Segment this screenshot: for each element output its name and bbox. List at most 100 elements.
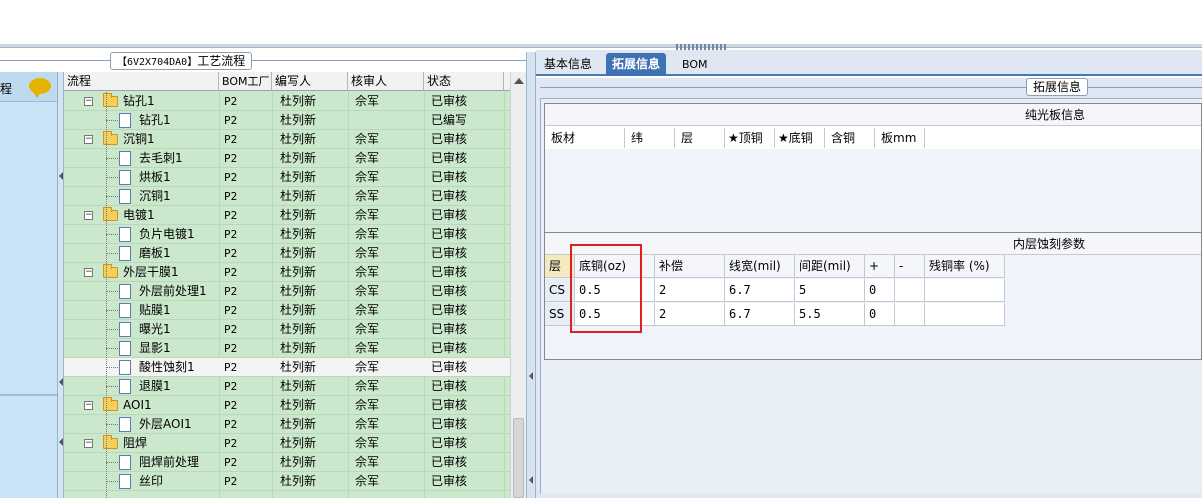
etch-cell[interactable]: 6.7 xyxy=(725,279,795,302)
table-row[interactable]: 酸性蚀刻1 P2 杜列新 佘军 已审核 xyxy=(64,358,510,377)
cell-writer: 杜列新 xyxy=(280,265,317,279)
scroll-up-icon[interactable] xyxy=(514,78,524,84)
table-row[interactable]: 贴膜1 P2 杜列新 佘军 已审核 xyxy=(64,301,510,320)
cell-status: 已审核 xyxy=(431,360,468,374)
table-row[interactable]: − 外层干膜1 P2 杜列新 佘军 已审核 xyxy=(64,263,510,282)
col-weft[interactable]: 纬 xyxy=(625,128,675,148)
cell-reviewer: 佘军 xyxy=(355,474,380,488)
col-plus[interactable]: + xyxy=(865,255,895,278)
col-copper-content[interactable]: 含铜 xyxy=(825,128,875,148)
cell-status: 已审核 xyxy=(431,170,468,184)
col-residual-copper[interactable]: 残铜率 (%) xyxy=(925,255,1005,278)
cell-writer: 杜列新 xyxy=(280,94,317,108)
cell-writer: 杜列新 xyxy=(280,417,317,431)
collapse-toggle-icon[interactable]: − xyxy=(84,439,93,448)
cell-bom: P2 xyxy=(224,456,238,469)
grid-scrollbar[interactable] xyxy=(510,72,526,498)
cell-bom: P2 xyxy=(224,437,238,450)
collapse-toggle-icon[interactable]: − xyxy=(84,97,93,106)
table-row[interactable]: 曝光1 P2 杜列新 佘军 已审核 xyxy=(64,320,510,339)
collapse-toggle-icon[interactable]: − xyxy=(84,135,93,144)
etch-cell[interactable] xyxy=(925,303,1005,326)
collapse-toggle-icon[interactable]: − xyxy=(84,268,93,277)
etch-cell[interactable]: 2 xyxy=(655,279,725,302)
col-compensation[interactable]: 补偿 xyxy=(655,255,725,278)
table-row[interactable]: − 电镀1 P2 杜列新 佘军 已审核 xyxy=(64,206,510,225)
table-row[interactable]: 显影1 P2 杜列新 佘军 已审核 xyxy=(64,339,510,358)
center-splitter[interactable] xyxy=(526,52,536,498)
table-row[interactable]: 烘板1 P2 杜列新 佘军 已审核 xyxy=(64,168,510,187)
col-header-status[interactable]: 状态 xyxy=(424,72,504,91)
cell-writer: 杜列新 xyxy=(280,208,317,222)
col-line-width[interactable]: 线宽(mil) xyxy=(725,255,795,278)
table-row[interactable]: 沉铜1 P2 杜列新 佘军 已审核 xyxy=(64,187,510,206)
etch-cell[interactable]: 0 xyxy=(865,279,895,302)
etch-cell[interactable]: 6.7 xyxy=(725,303,795,326)
etch-cell[interactable] xyxy=(925,279,1005,302)
cell-status: 已审核 xyxy=(431,322,468,336)
col-minus[interactable]: - xyxy=(895,255,925,278)
table-row[interactable]: − 沉铜1 P2 杜列新 佘军 已审核 xyxy=(64,130,510,149)
table-row[interactable]: − 钻孔1 P2 杜列新 佘军 已审核 xyxy=(64,92,510,111)
collapse-left-icon[interactable] xyxy=(59,438,63,446)
tree-connector xyxy=(106,348,118,349)
tab-basic-info[interactable]: 基本信息 xyxy=(538,53,598,76)
col-header-writer[interactable]: 编写人 xyxy=(272,72,348,91)
col-bottom-copper[interactable]: ★底铜 xyxy=(775,128,825,148)
cell-process-name: AOI1 xyxy=(123,398,152,412)
col-board-material[interactable]: 板材 xyxy=(545,128,625,148)
col-top-copper[interactable]: ★顶铜 xyxy=(725,128,775,148)
top-divider xyxy=(0,44,1202,48)
etch-cell[interactable]: 5.5 xyxy=(795,303,865,326)
etch-cell[interactable] xyxy=(895,279,925,302)
cell-bom: P2 xyxy=(224,475,238,488)
table-row[interactable]: 负片电镀1 P2 杜列新 佘军 已审核 xyxy=(64,225,510,244)
etch-cell[interactable]: 2 xyxy=(655,303,725,326)
process-grid[interactable]: 流程 BOM工厂 编写人 核审人 状态 − 钻孔1 P2 杜列新 佘军 已审核 钻孔1 P2 杜… xyxy=(64,72,510,498)
scroll-thumb[interactable] xyxy=(513,418,524,498)
chat-bubble-icon[interactable] xyxy=(29,78,51,98)
col-layer[interactable]: 层 xyxy=(675,128,725,148)
table-row[interactable]: 退膜1 P2 杜列新 佘军 已审核 xyxy=(64,377,510,396)
cell-process-name: 电镀1 xyxy=(123,208,155,222)
etch-cell[interactable]: 5 xyxy=(795,279,865,302)
col-board-thickness[interactable]: 板mm xyxy=(875,128,925,148)
etch-header: 内层蚀刻参数 xyxy=(545,233,1201,255)
col-spacing[interactable]: 间距(mil) xyxy=(795,255,865,278)
table-row[interactable]: 钻孔1 P2 杜列新 已编写 xyxy=(64,111,510,130)
cell-process-name: 曝光1 xyxy=(139,322,171,336)
col-header-process[interactable]: 流程 xyxy=(64,72,219,91)
cell-bom: P2 xyxy=(224,399,238,412)
tab-bom[interactable]: BOM xyxy=(676,53,714,76)
table-row[interactable]: 阻焊前处理 P2 杜列新 佘军 已审核 xyxy=(64,453,510,472)
tab-extended-info[interactable]: 拓展信息 xyxy=(606,53,667,76)
document-icon xyxy=(119,170,131,185)
table-row[interactable]: 外层前处理1 P2 杜列新 佘军 已审核 xyxy=(64,282,510,301)
col-header-reviewer[interactable]: 核审人 xyxy=(348,72,424,91)
collapse-toggle-icon[interactable]: − xyxy=(84,401,93,410)
collapse-toggle-icon[interactable]: − xyxy=(84,211,93,220)
cell-process-name: 钻孔1 xyxy=(139,113,171,127)
table-row[interactable]: 去毛刺1 P2 杜列新 佘军 已审核 xyxy=(64,149,510,168)
cell-status: 已审核 xyxy=(431,132,468,146)
cell-status: 已审核 xyxy=(431,151,468,165)
table-row[interactable]: − AOI1 P2 杜列新 佘军 已审核 xyxy=(64,396,510,415)
cell-status: 已审核 xyxy=(431,417,468,431)
table-row[interactable]: 丝印 P2 杜列新 佘军 已审核 xyxy=(64,472,510,491)
col-header-bom[interactable]: BOM工厂 xyxy=(219,72,272,91)
table-row[interactable]: 磨板1 P2 杜列新 佘军 已审核 xyxy=(64,244,510,263)
cell-reviewer: 佘军 xyxy=(355,379,380,393)
collapse-left-icon[interactable] xyxy=(59,172,63,180)
cell-reviewer: 佘军 xyxy=(355,455,380,469)
collapse-left-icon[interactable] xyxy=(529,372,533,380)
grid-header: 流程 BOM工厂 编写人 核审人 状态 xyxy=(64,72,510,91)
cell-process-name: 酸性蚀刻1 xyxy=(139,360,195,374)
etch-cell[interactable] xyxy=(895,303,925,326)
cell-writer: 杜列新 xyxy=(280,303,317,317)
collapse-left-icon[interactable] xyxy=(59,378,63,386)
document-icon xyxy=(119,227,131,242)
etch-cell[interactable]: 0 xyxy=(865,303,895,326)
collapse-left-icon[interactable] xyxy=(529,476,533,484)
table-row[interactable]: − 阻焊 P2 杜列新 佘军 已审核 xyxy=(64,434,510,453)
table-row[interactable]: 外层AOI1 P2 杜列新 佘军 已审核 xyxy=(64,415,510,434)
